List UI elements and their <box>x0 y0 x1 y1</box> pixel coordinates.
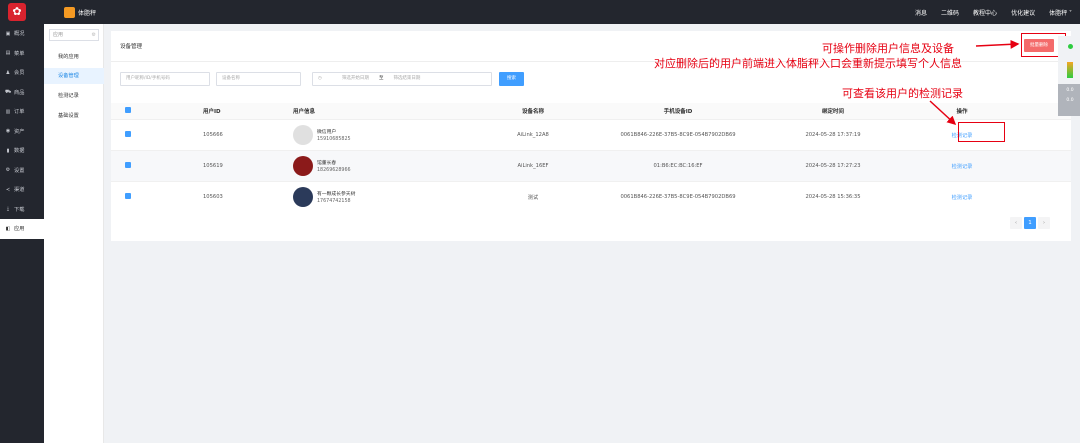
floating-toolbar <box>1058 36 1080 116</box>
arrow-to-view-records <box>929 100 957 126</box>
stats-value-2: 0.0 <box>1066 98 1074 103</box>
signal-icon <box>1067 62 1073 78</box>
arrow-to-batch-delete <box>975 39 1020 49</box>
stats-value-1: 0.0 <box>1066 88 1074 93</box>
status-dot-icon <box>1068 44 1073 49</box>
annotation-arrows <box>929 39 1020 126</box>
